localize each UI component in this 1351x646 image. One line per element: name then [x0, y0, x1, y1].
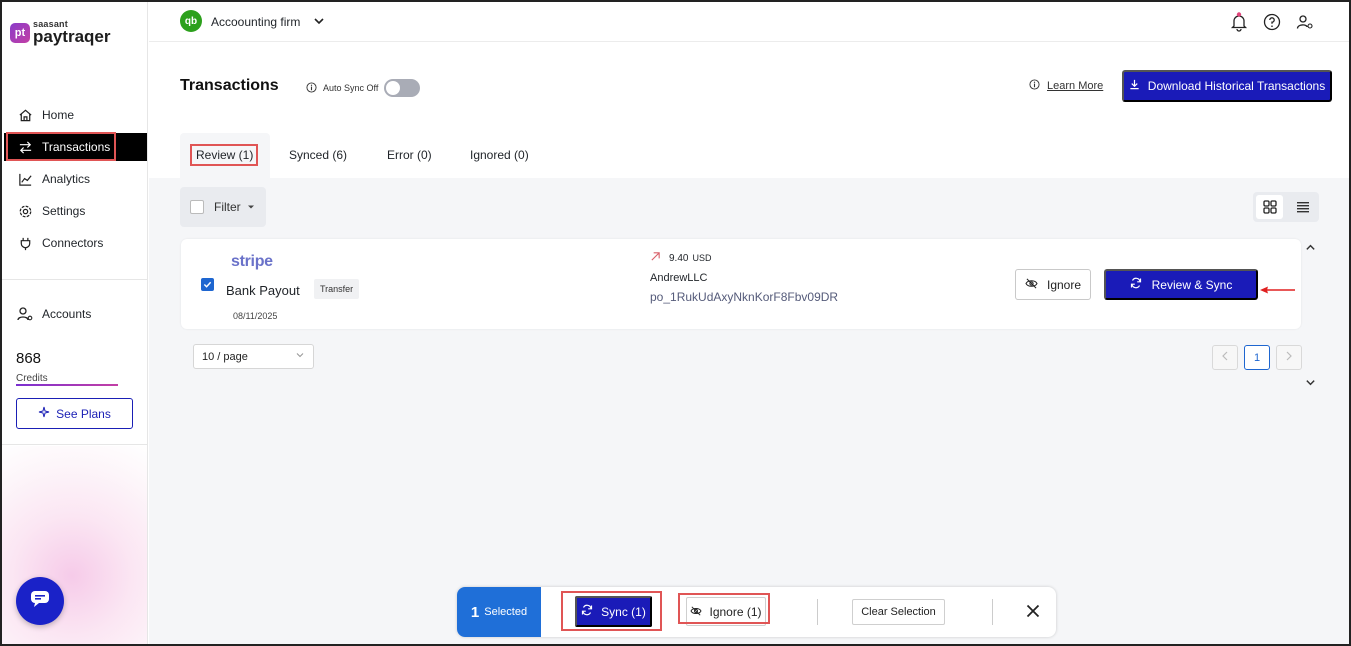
payout-id: po_1RukUdAxyNknKorF8Fbv09DR	[650, 290, 839, 304]
transaction-amount: 9.40 USD	[650, 251, 711, 265]
user-settings-icon[interactable]	[1295, 12, 1315, 32]
list-view-icon[interactable]	[1289, 195, 1316, 219]
scroll-down-icon[interactable]	[1305, 375, 1316, 393]
download-icon	[1129, 79, 1140, 93]
view-toggle	[1253, 192, 1319, 222]
sidebar-item-label: Settings	[42, 204, 86, 218]
sidebar-item-home[interactable]: Home	[8, 101, 146, 129]
tab-synced[interactable]: Synced (6)	[289, 148, 347, 162]
user-settings-icon	[16, 305, 34, 323]
sidebar-item-label: Connectors	[42, 236, 104, 250]
page-title: Transactions	[180, 77, 279, 94]
ignore-button[interactable]: Ignore	[1015, 269, 1091, 300]
chevron-down-icon	[295, 350, 305, 363]
review-sync-label: Review & Sync	[1151, 277, 1233, 292]
chat-launcher-button[interactable]	[16, 577, 64, 625]
home-icon	[16, 106, 34, 124]
sidebar-divider	[2, 279, 147, 280]
quickbooks-logo: qb	[180, 10, 202, 32]
transaction-type: Bank Payout	[226, 283, 300, 298]
selected-label: Selected	[484, 606, 528, 618]
sidebar-item-label: Analytics	[42, 172, 91, 186]
amount-value: 9.40	[669, 252, 689, 264]
auto-sync-toggle[interactable]	[384, 79, 421, 97]
learn-more-label: Learn More	[1047, 80, 1104, 92]
page-number-button[interactable]: 1	[1244, 345, 1270, 370]
transaction-date: 08/11/2025	[233, 311, 278, 321]
selected-number: 1	[470, 603, 480, 621]
filter-dropdown[interactable]: Filter	[214, 200, 255, 214]
credits-bar	[16, 384, 118, 386]
logo-name: paytraqer	[33, 27, 111, 46]
credits-value: 868	[16, 350, 42, 367]
sidebar-item-label: Accounts	[42, 307, 92, 321]
chevron-left-icon	[1221, 351, 1229, 364]
filter-bar: Filter	[180, 187, 266, 227]
sparkle-icon	[38, 406, 50, 421]
select-all-checkbox[interactable]	[190, 200, 204, 214]
chart-line-icon	[16, 170, 34, 188]
selected-count: 1 Selected	[457, 587, 541, 637]
auto-sync-label: Auto Sync Off	[323, 83, 379, 93]
eye-off-icon	[1025, 278, 1038, 292]
info-icon	[1029, 79, 1040, 93]
transfer-arrows-icon	[16, 138, 34, 156]
see-plans-button[interactable]: See Plans	[16, 398, 133, 429]
review-tab-highlight	[190, 144, 258, 166]
stripe-logo: stripe	[231, 253, 273, 270]
scroll-up-icon[interactable]	[1305, 240, 1316, 258]
sidebar-item-settings[interactable]: Settings	[8, 197, 146, 225]
tab-error[interactable]: Error (0)	[387, 148, 432, 162]
sidebar: pt saasant paytraqer Home Transactions A…	[2, 2, 148, 644]
chevron-right-icon	[1285, 351, 1293, 364]
review-sync-button[interactable]: Review & Sync	[1104, 269, 1258, 300]
app-logo[interactable]: pt saasant paytraqer	[10, 20, 110, 45]
download-historical-button[interactable]: Download Historical Transactions	[1122, 70, 1332, 102]
download-label: Download Historical Transactions	[1147, 79, 1326, 93]
grid-view-icon[interactable]	[1256, 195, 1283, 219]
tab-ignored[interactable]: Ignored (0)	[470, 148, 529, 162]
amount-currency: USD	[692, 253, 712, 263]
gear-icon	[16, 202, 34, 220]
auto-sync-control: Auto Sync Off	[306, 79, 421, 97]
sync-icon	[1130, 277, 1142, 292]
help-icon[interactable]	[1262, 12, 1282, 32]
bar-divider	[992, 599, 993, 625]
chevron-down-icon[interactable]	[313, 14, 325, 32]
page-size-select[interactable]: 10 / page	[193, 344, 314, 369]
close-icon[interactable]	[1024, 602, 1042, 620]
sidebar-item-transactions[interactable]: Transactions	[4, 133, 147, 161]
sidebar-divider-bottom	[2, 444, 147, 445]
sidebar-item-label: Home	[42, 108, 75, 122]
info-icon	[306, 81, 317, 95]
arrow-up-right-icon	[650, 251, 661, 265]
see-plans-label: See Plans	[56, 406, 111, 421]
sidebar-item-accounts[interactable]: Accounts	[8, 300, 146, 328]
bar-divider	[817, 599, 818, 625]
merchant-name: AndrewLLC	[650, 272, 708, 284]
sync-highlight	[561, 591, 662, 631]
page-size-value: 10 / page	[202, 350, 248, 363]
sidebar-item-analytics[interactable]: Analytics	[8, 165, 146, 193]
transaction-badge: Transfer	[314, 279, 360, 299]
next-page-button[interactable]	[1276, 345, 1302, 370]
clear-selection-button[interactable]: Clear Selection	[852, 599, 945, 625]
ignore-label: Ignore	[1046, 277, 1082, 292]
ignore-highlight	[678, 593, 770, 624]
prev-page-button[interactable]	[1212, 345, 1238, 370]
bell-icon[interactable]	[1229, 12, 1249, 32]
logo-mark: pt	[10, 22, 30, 43]
transaction-checkbox[interactable]	[201, 278, 214, 291]
sidebar-item-connectors[interactable]: Connectors	[8, 229, 146, 257]
company-name[interactable]: Accoounting firm	[211, 15, 300, 29]
plug-icon	[16, 234, 34, 252]
filter-label: Filter	[214, 200, 241, 214]
top-bar: qb Accoounting firm	[149, 2, 1349, 42]
red-arrow-annotation	[1259, 282, 1297, 300]
sidebar-item-label: Transactions	[42, 140, 111, 154]
caret-down-icon	[247, 200, 255, 214]
learn-more-link[interactable]: Learn More	[1029, 79, 1103, 93]
credits-label: Credits	[16, 373, 48, 384]
chat-icon	[30, 590, 50, 613]
